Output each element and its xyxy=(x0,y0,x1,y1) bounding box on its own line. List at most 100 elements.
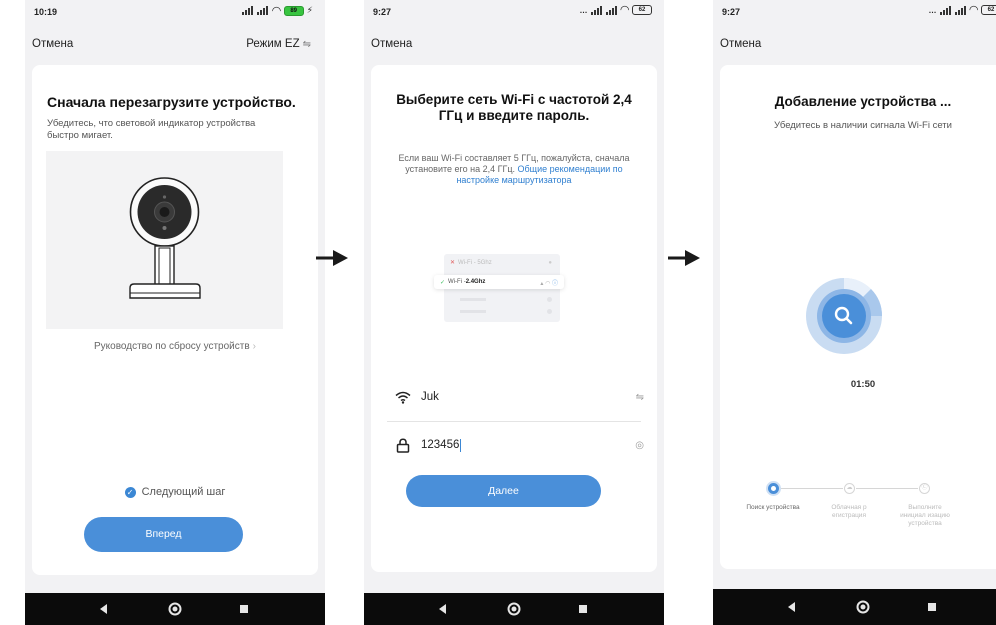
android-nav-bar xyxy=(25,593,325,625)
check-icon: ✓ xyxy=(440,279,446,286)
back-icon[interactable] xyxy=(788,602,795,612)
page-title: Выберите сеть Wi-Fi с частотой 2,4 ГГц и… xyxy=(396,92,632,123)
charging-icon: ⚡ xyxy=(306,5,313,15)
home-icon[interactable] xyxy=(168,602,182,616)
forward-button[interactable]: Вперед xyxy=(84,517,243,552)
swap-icon[interactable]: ⇋ xyxy=(636,392,644,403)
next-step-checkbox[interactable]: ✓ Следующий шаг xyxy=(32,486,318,498)
home-icon[interactable] xyxy=(507,602,521,616)
check-icon: ✓ xyxy=(124,486,136,498)
chevron-right-icon: › xyxy=(252,341,256,352)
step-dot-inner xyxy=(771,486,776,491)
placeholder-dot xyxy=(547,309,552,314)
back-icon[interactable] xyxy=(439,604,446,614)
eye-icon[interactable]: ◎ xyxy=(635,440,644,451)
cross-icon: ✕ xyxy=(450,260,456,266)
cancel-button[interactable]: Отмена xyxy=(720,38,761,50)
ez-mode-button[interactable]: Режим EZ ⇋ xyxy=(246,38,311,50)
init-icon: Ⓒ xyxy=(919,483,930,494)
signal-icon xyxy=(939,5,952,15)
status-bar: 10:19 ◠ 89 ⚡ xyxy=(25,0,325,24)
step-connector xyxy=(781,488,843,489)
wifi-row-24g-prefix: Wi-Fi - xyxy=(448,279,466,285)
camera-icon xyxy=(129,177,201,299)
next-step-label: Следующий шаг xyxy=(141,486,226,498)
lock-icon xyxy=(393,437,413,453)
step-label-cloud: Облачная р егистрация xyxy=(831,504,867,519)
phone-screen-reset: 10:19 ◠ 89 ⚡ Отмена Режим EZ ⇋ Сначала пе… xyxy=(25,0,325,625)
status-bar: 9:27 … ◠ 62 xyxy=(364,0,664,24)
android-nav-bar xyxy=(364,593,664,625)
cloud-icon: ☁ xyxy=(844,483,855,494)
next-button[interactable]: Далее xyxy=(406,475,601,507)
wifi-description: Если ваш Wi-Fi составляет 5 ГГц, пожалуй… xyxy=(387,153,641,186)
password-value: 123456 xyxy=(421,439,460,451)
status-bar: 9:27 … ◠ 62 xyxy=(713,0,996,24)
page-title: Добавление устройства ... xyxy=(774,94,952,109)
wifi-row-24g-bold: 2.4Ghz xyxy=(465,279,486,285)
content-card: Сначала перезагрузите устройство. Убедит… xyxy=(32,65,318,575)
signal-icon xyxy=(257,6,269,15)
swap-icon: ⇋ xyxy=(302,39,311,50)
home-icon[interactable] xyxy=(856,600,870,614)
recents-icon[interactable] xyxy=(928,603,936,611)
text-caret xyxy=(460,438,462,452)
lock-icon: ● xyxy=(548,259,552,266)
wifi-row-5g-label: Wi-Fi - 5Ghz xyxy=(458,259,492,266)
battery-icon: 62 xyxy=(632,5,652,15)
battery-icon: 62 xyxy=(981,5,996,15)
content-card: Выберите сеть Wi-Fi с частотой 2,4 ГГц и… xyxy=(371,65,657,572)
reset-guide-link[interactable]: Руководство по сбросу устройств › xyxy=(32,341,318,352)
status-icons: … ◠ 62 xyxy=(928,4,996,16)
wifi-row-5g: ✕ Wi-Fi - 5Ghz ● xyxy=(444,257,560,268)
step-connector xyxy=(856,488,918,489)
phone-screen-wifi: 9:27 … ◠ 62 Отмена Выберите сеть Wi-Fi с… xyxy=(364,0,664,625)
status-time: 9:27 xyxy=(373,7,392,17)
arrow-right-icon xyxy=(316,250,348,266)
ez-mode-label: Режим EZ xyxy=(246,38,300,50)
wifi-icon: ◠ xyxy=(620,4,629,16)
wifi-row-24g: ✓ Wi-Fi - 2.4Ghz ▴ ◠ ⓘ xyxy=(434,275,564,289)
ssid-value: Juk xyxy=(421,391,439,403)
signal-icon xyxy=(954,5,967,15)
arrow-right-icon xyxy=(668,250,700,266)
placeholder-bar xyxy=(460,310,486,313)
cancel-button[interactable]: Отмена xyxy=(32,38,73,50)
recents-icon[interactable] xyxy=(579,605,587,613)
top-bar: Отмена Режим EZ ⇋ xyxy=(25,38,325,54)
status-time: 9:27 xyxy=(722,7,741,17)
ssid-field[interactable]: Juk ⇋ xyxy=(393,385,644,409)
camera-illustration xyxy=(46,151,283,329)
wifi-icon: ◠ xyxy=(272,4,281,17)
status-icons: … ◠ 62 xyxy=(579,4,652,16)
page-title: Сначала перезагрузите устройство. xyxy=(47,94,296,110)
dots-icon: … xyxy=(579,5,588,15)
cancel-button[interactable]: Отмена xyxy=(371,38,412,50)
phone-screen-adding: 9:27 … ◠ 62 Отмена Добавление устройства… xyxy=(713,0,996,625)
divider xyxy=(387,421,641,422)
search-spinner xyxy=(805,277,883,355)
top-bar: Отмена xyxy=(713,38,996,54)
countdown-timer: 01:50 xyxy=(850,379,876,390)
wifi-icon: ◠ xyxy=(969,4,978,16)
page-subtitle: Убедитесь, что световой индикатор устрой… xyxy=(47,118,256,141)
status-time: 10:19 xyxy=(34,7,58,17)
page-subtitle: Убедитесь в наличии сигнала Wi-Fi сети xyxy=(774,120,952,131)
progress-steps: ☁ Ⓒ Поиск устройства Облачная р егистрац… xyxy=(720,480,996,560)
back-icon[interactable] xyxy=(100,604,107,614)
step-dot-active xyxy=(766,481,781,496)
wifi-illustration: ✕ Wi-Fi - 5Ghz ● ✓ Wi-Fi - 2.4Ghz ▴ ◠ ⓘ xyxy=(434,254,564,324)
password-field[interactable]: 123456 ◎ xyxy=(393,433,644,457)
signal-icon xyxy=(242,6,254,15)
reset-guide-label: Руководство по сбросу устройств xyxy=(93,341,250,352)
recents-icon[interactable] xyxy=(240,605,248,613)
content-card: Добавление устройства ... Убедитесь в на… xyxy=(720,65,996,569)
signal-icon xyxy=(590,5,603,15)
dots-icon: … xyxy=(928,5,937,15)
android-nav-bar xyxy=(713,589,996,625)
signal-icon xyxy=(605,5,618,15)
step-label-init: Выполните инициал изацию устройства xyxy=(900,504,950,527)
battery-icon: 89 xyxy=(283,5,304,16)
wifi-icon xyxy=(393,391,413,404)
wifi-status-icons: ▴ ◠ ⓘ xyxy=(540,280,558,287)
